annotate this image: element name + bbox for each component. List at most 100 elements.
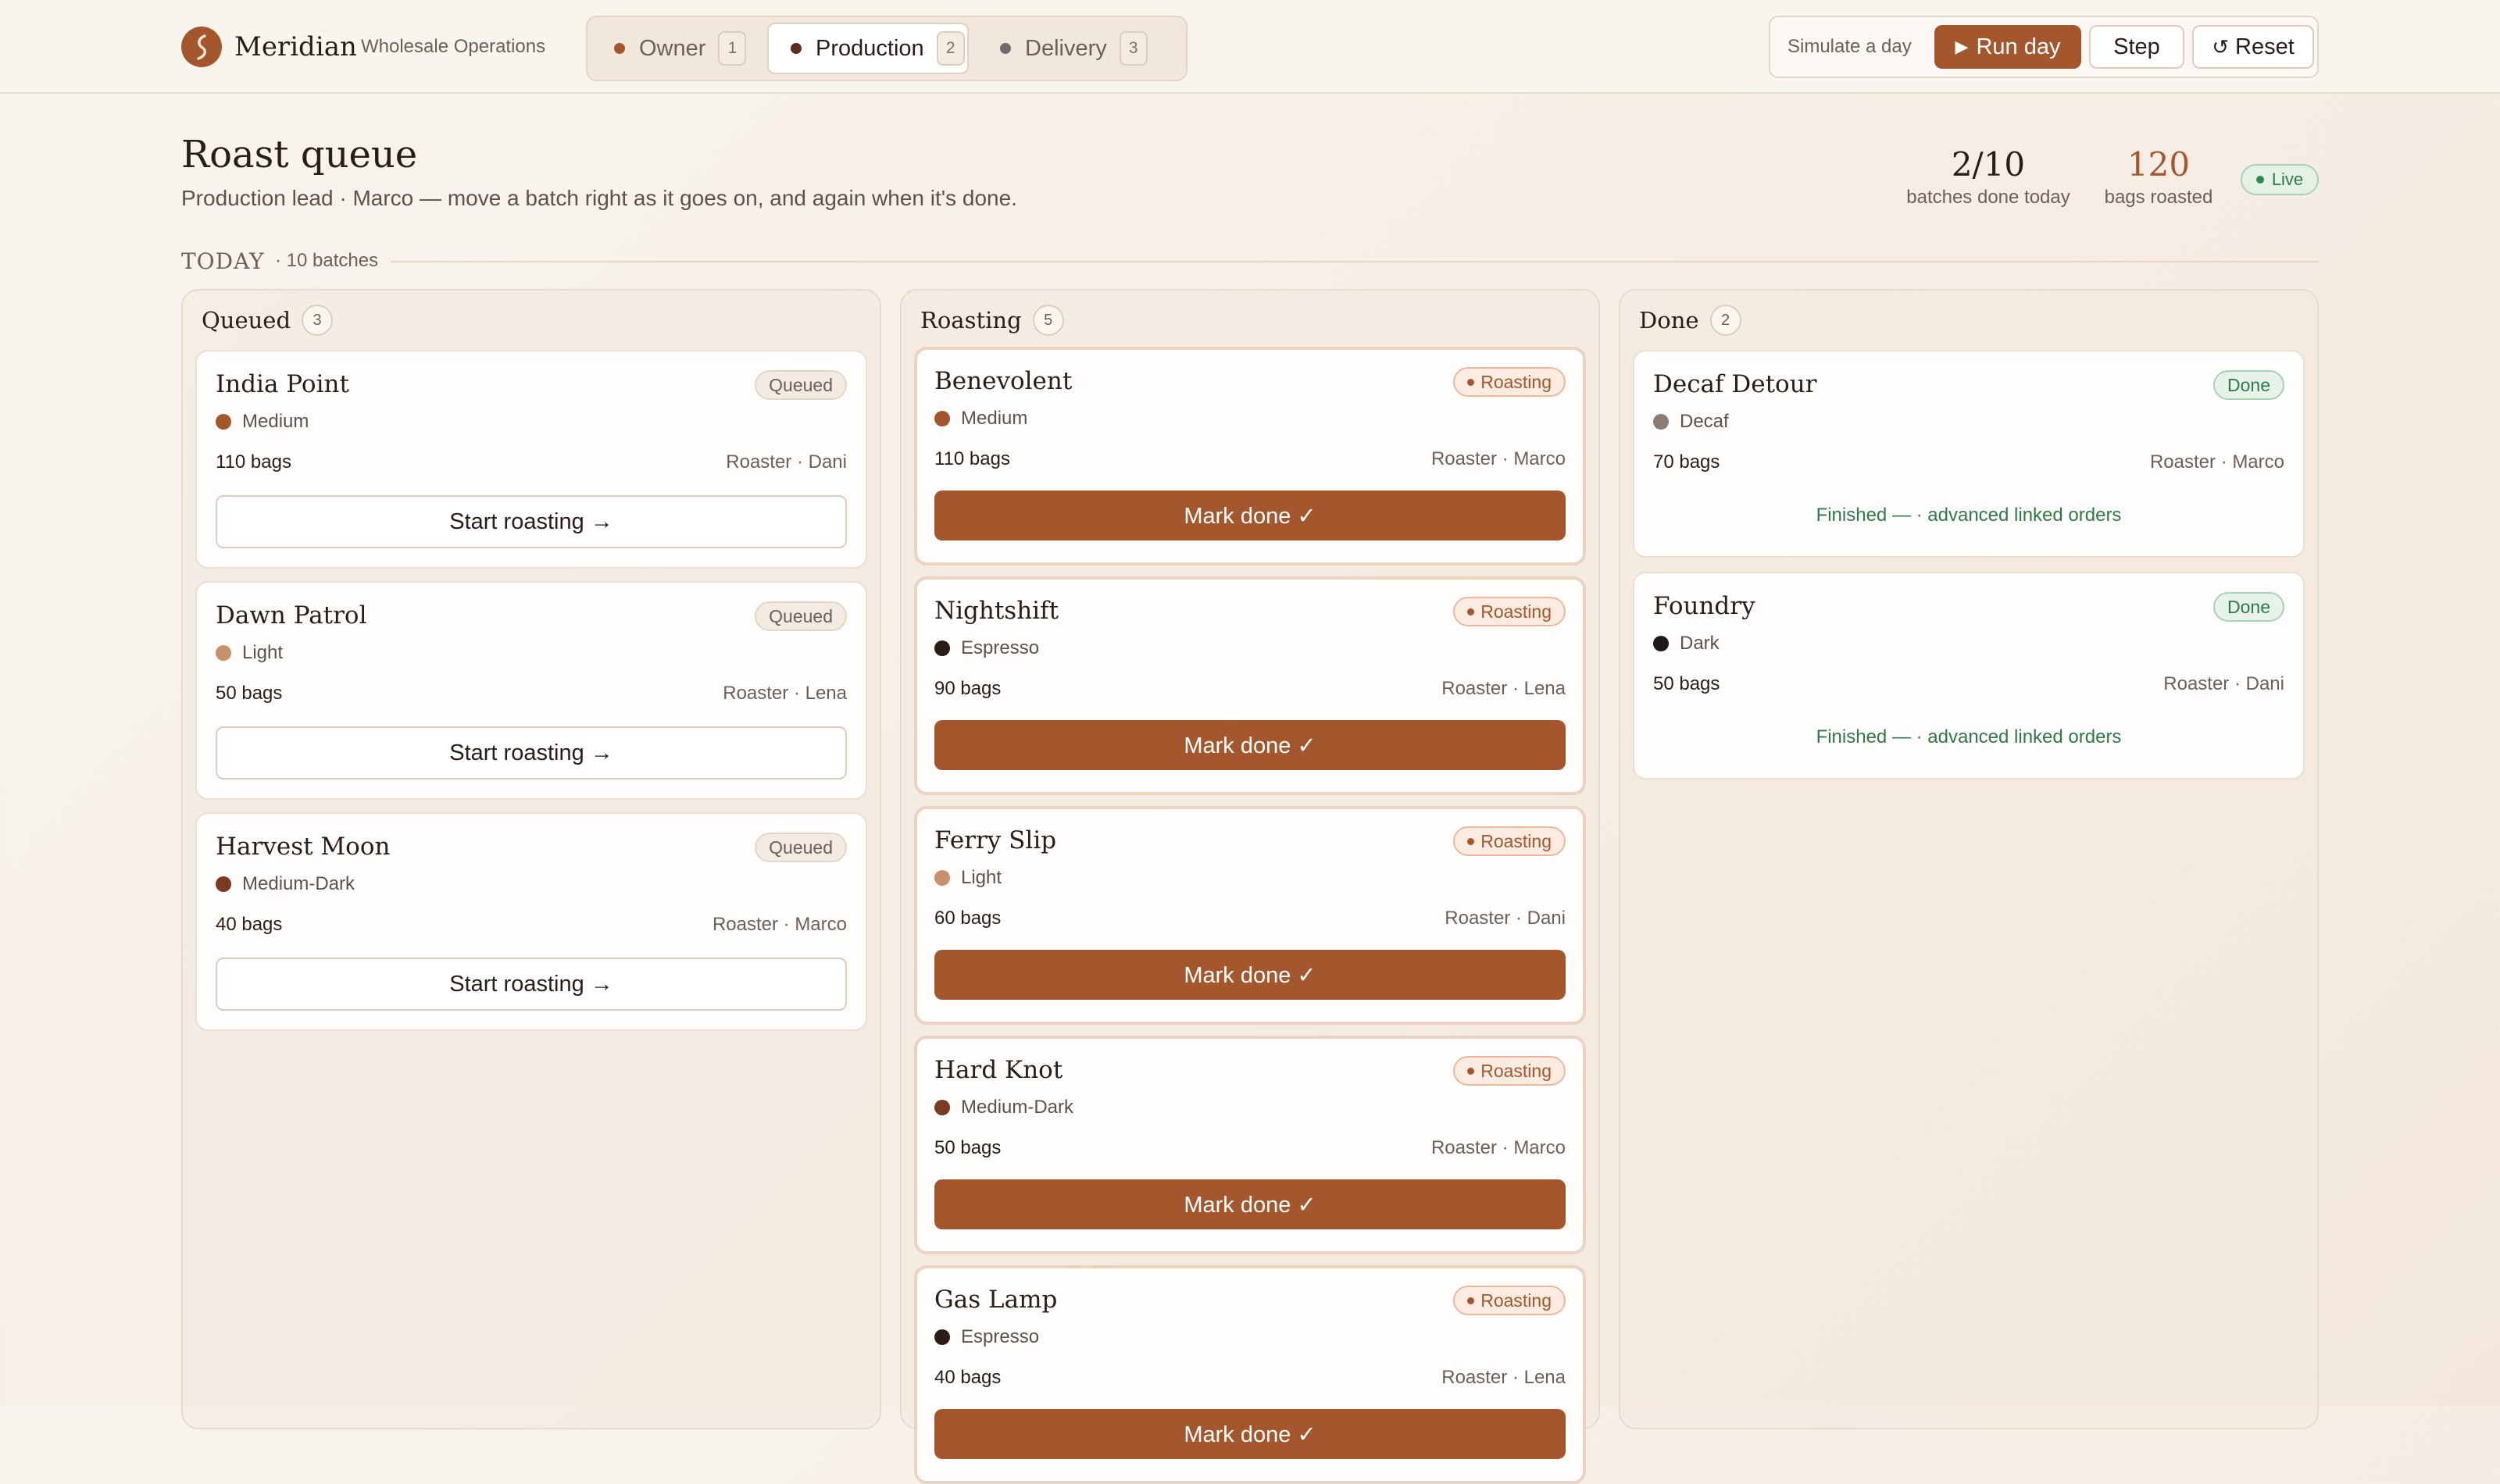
batch-name: Dawn Patrol	[216, 601, 367, 630]
bag-count: 50 bags	[1653, 673, 1720, 694]
mark-done-button[interactable]: Mark done ✓	[934, 1409, 1566, 1459]
mark-done-button[interactable]: Mark done ✓	[934, 491, 1566, 540]
simulate-panel: Simulate a day ▶ Run day Step ↺ Reset	[1769, 16, 2319, 78]
brand-name: Meridian	[234, 31, 357, 62]
roaster-name: Roaster · Dani	[2163, 673, 2284, 694]
stat-batches: 2/10 batches done today	[1891, 145, 2086, 209]
role-dot-icon	[791, 43, 802, 54]
role-tab-production[interactable]: Production 2	[767, 23, 969, 74]
column-title: Roasting	[920, 307, 1022, 334]
roast-label: Espresso	[961, 637, 1040, 658]
column-done: Done 2 Decaf Detour Done Decaf 70 bags R…	[1619, 289, 2319, 1429]
status-label: Roasting	[1480, 371, 1552, 392]
role-dot-icon	[614, 43, 625, 54]
live-dot-icon	[2255, 176, 2264, 184]
roaster-name: Roaster · Marco	[1430, 1137, 1566, 1158]
simulate-label: Simulate a day	[1788, 36, 1912, 57]
batch-card: Hard Knot Roasting Medium-Dark 50 bags R…	[914, 1036, 1586, 1254]
status-badge: Roasting	[1453, 826, 1566, 856]
roast-level: Espresso	[934, 1326, 1039, 1348]
column-header: Roasting 5	[920, 305, 1064, 336]
roast-level: Medium	[216, 411, 309, 433]
role-tab-count: 1	[718, 31, 747, 66]
status-label: Roasting	[1480, 1290, 1552, 1311]
step-button[interactable]: Step	[2089, 25, 2184, 69]
roast-dot-icon	[934, 640, 950, 656]
batch-card: Benevolent Roasting Medium 110 bags Roas…	[914, 347, 1586, 565]
roaster-name: Roaster · Lena	[723, 683, 847, 704]
roast-dot-icon	[934, 411, 950, 426]
page-subtitle: Production lead · Marco — move a batch r…	[181, 186, 1017, 210]
start-roasting-button[interactable]: Start roasting →	[216, 958, 847, 1011]
status-dot-icon	[1467, 378, 1475, 386]
bag-count: 110 bags	[216, 451, 291, 473]
roast-level: Dark	[1653, 633, 1720, 655]
roaster-name: Roaster · Marco	[2149, 451, 2284, 473]
role-tab-count: 2	[936, 31, 965, 66]
stat-batches-value: 2/10	[1951, 145, 2026, 184]
stat-batches-caption: batches done today	[1906, 187, 2070, 208]
mark-done-button[interactable]: Mark done ✓	[934, 950, 1566, 1000]
batch-card: Dawn Patrol Queued Light 50 bags Roaster…	[195, 581, 867, 800]
roast-label: Espresso	[961, 1326, 1040, 1347]
batch-name: Ferry Slip	[934, 826, 1057, 854]
role-dot-icon	[1000, 43, 1011, 54]
start-roasting-button[interactable]: Start roasting →	[216, 495, 847, 548]
status-dot-icon	[1467, 837, 1475, 845]
stat-bags: 120 bags roasted	[2094, 145, 2223, 209]
roast-dot-icon	[216, 414, 231, 430]
stat-bags-value: 120	[2127, 145, 2191, 184]
roast-level: Light	[934, 867, 1002, 889]
roaster-name: Roaster · Lena	[1441, 1367, 1566, 1388]
status-badge: Queued	[755, 601, 847, 631]
reset-button[interactable]: ↺ Reset	[2192, 25, 2314, 69]
batch-card: Decaf Detour Done Decaf 70 bags Roaster …	[1633, 350, 2305, 558]
status-dot-icon	[1467, 1297, 1475, 1304]
stat-bags-caption: bags roasted	[2104, 187, 2213, 208]
column-title: Done	[1639, 307, 1699, 334]
roast-label: Medium-Dark	[961, 1097, 1074, 1118]
roast-level: Espresso	[934, 637, 1039, 659]
mark-done-button[interactable]: Mark done ✓	[934, 1179, 1566, 1229]
status-dot-icon	[1467, 1067, 1475, 1075]
mark-done-button[interactable]: Mark done ✓	[934, 720, 1566, 770]
today-divider	[391, 261, 2319, 262]
role-tab-delivery[interactable]: Delivery 3	[978, 23, 1175, 74]
roast-label: Medium	[961, 408, 1028, 429]
today-label: TODAY	[181, 248, 265, 274]
batch-name: Benevolent	[934, 367, 1073, 395]
status-badge: Roasting	[1453, 1056, 1566, 1086]
start-roasting-button[interactable]: Start roasting →	[216, 726, 847, 779]
reset-label: Reset	[2235, 34, 2295, 59]
column-roasting: Roasting 5 Benevolent Roasting Medium 11…	[900, 289, 1600, 1484]
status-badge: Queued	[755, 370, 847, 400]
batch-name: Foundry	[1653, 592, 1755, 620]
roaster-name: Roaster · Dani	[726, 451, 847, 473]
bag-count: 50 bags	[216, 683, 283, 704]
roast-label: Decaf	[1680, 411, 1729, 432]
bag-count: 40 bags	[934, 1367, 1002, 1388]
brand-subtitle: Wholesale Operations	[361, 36, 546, 57]
roast-level: Decaf	[1653, 411, 1729, 433]
roast-label: Light	[242, 642, 284, 663]
batch-name: India Point	[216, 370, 349, 398]
reset-icon: ↺	[2212, 34, 2230, 59]
status-badge: Done	[2213, 370, 2284, 400]
column-count: 3	[302, 305, 334, 336]
live-badge: Live	[2241, 164, 2319, 195]
roast-dot-icon	[934, 1100, 950, 1115]
column-queued: Queued 3 India Point Queued Medium 110 b…	[181, 289, 881, 1429]
bag-count: 90 bags	[934, 678, 1002, 699]
bag-count: 110 bags	[934, 448, 1010, 469]
batch-name: Nightshift	[934, 597, 1059, 625]
roast-level: Medium-Dark	[934, 1097, 1073, 1118]
batch-card: Ferry Slip Roasting Light 60 bags Roaste…	[914, 806, 1586, 1025]
step-label: Step	[2113, 34, 2160, 59]
finished-note: Finished — · advanced linked orders	[1816, 726, 2122, 747]
roast-label: Medium	[242, 411, 309, 432]
run-day-button[interactable]: ▶ Run day	[1934, 25, 2081, 69]
status-label: Roasting	[1480, 830, 1552, 851]
status-badge: Queued	[755, 833, 847, 862]
role-tab-owner[interactable]: Owner 1	[592, 23, 758, 74]
run-day-label: Run day	[1976, 34, 2061, 59]
